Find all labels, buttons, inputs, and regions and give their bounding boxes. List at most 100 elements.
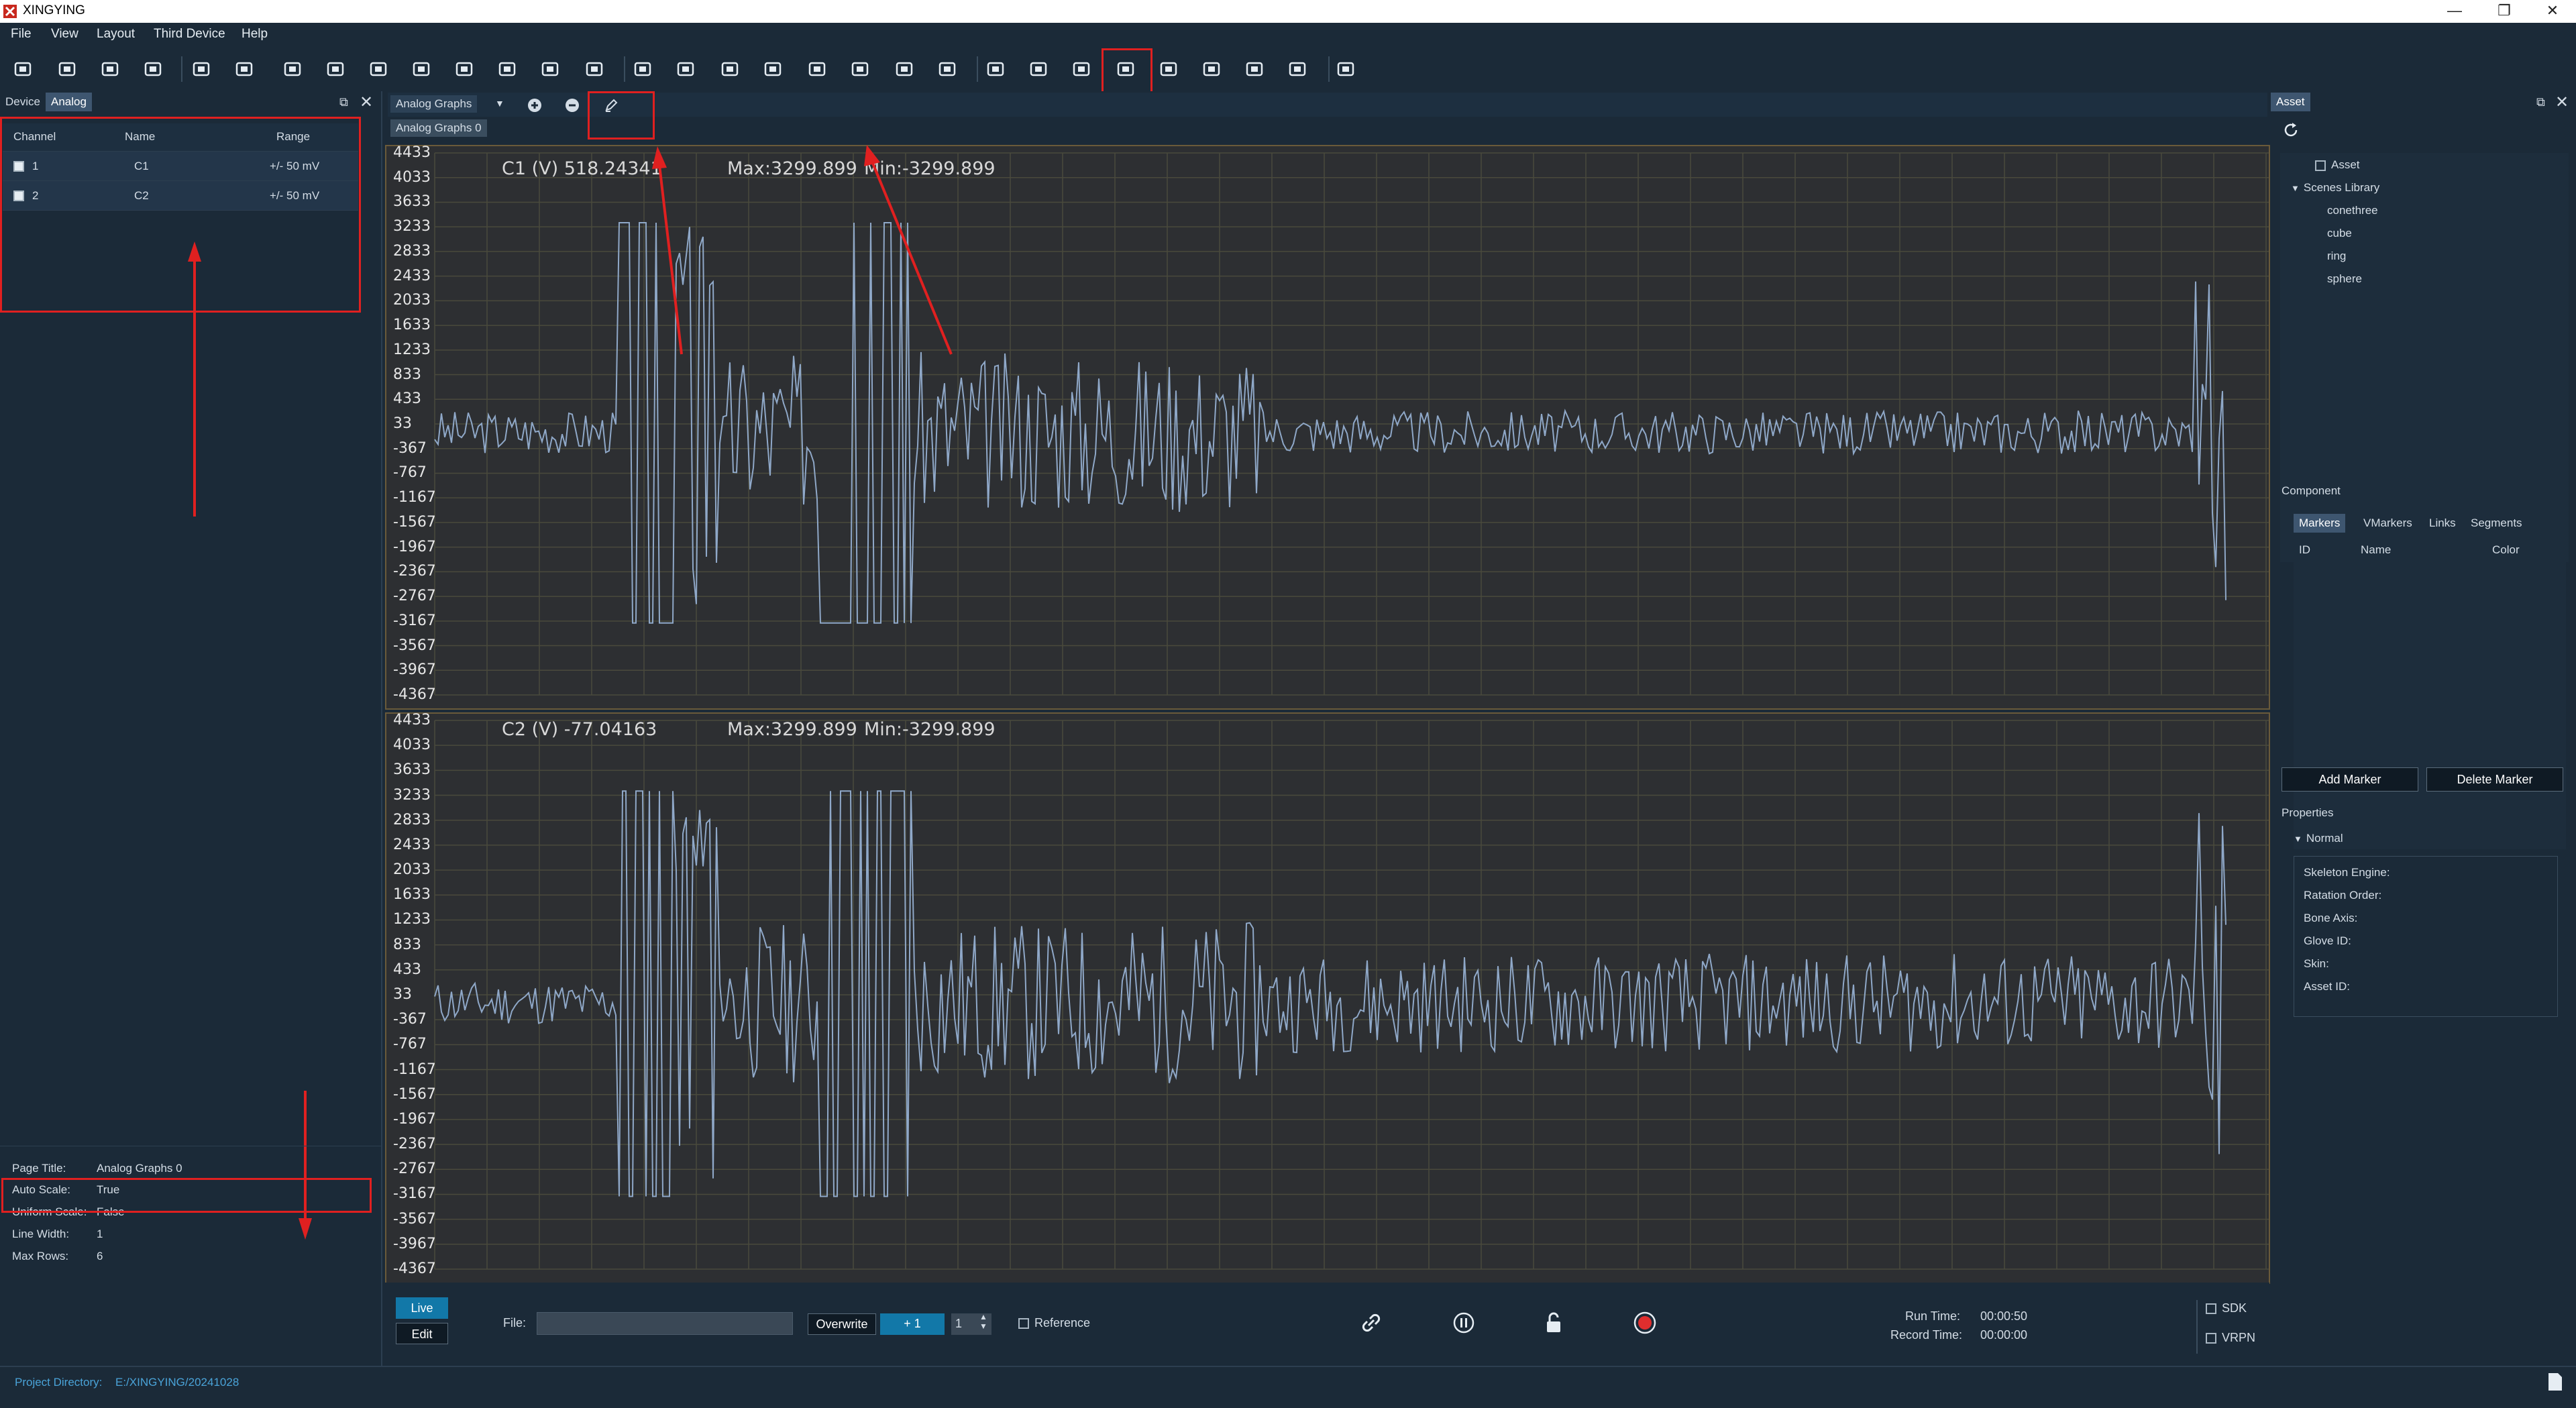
y-tick-label: -767 xyxy=(393,464,427,482)
delete-marker-button[interactable]: Delete Marker xyxy=(2426,767,2563,792)
capture-icon[interactable] xyxy=(984,58,1007,80)
chevron-down-icon: ▼ xyxy=(2294,834,2302,844)
add-marker-button[interactable]: Add Marker xyxy=(2282,767,2418,792)
monitor-6-icon[interactable] xyxy=(849,58,871,80)
tab-asset[interactable]: Asset xyxy=(2271,93,2310,111)
tree-asset[interactable]: Asset xyxy=(2315,158,2360,172)
tree-item[interactable]: sphere xyxy=(2327,272,2362,286)
tree-scenes-library[interactable]: ▼ Scenes Library xyxy=(2291,181,2379,195)
tree-item[interactable]: ring xyxy=(2327,250,2346,263)
document-icon[interactable] xyxy=(2546,1372,2564,1391)
table-row[interactable]: 1 C1 +/- 50 mV xyxy=(3,152,358,181)
spinner-arrows-icon[interactable]: ▲ ▼ xyxy=(979,1312,987,1331)
tab-analog-graphs-0[interactable]: Analog Graphs 0 xyxy=(390,119,487,137)
wm-icon[interactable] xyxy=(1243,58,1266,80)
y-tick-label: 433 xyxy=(393,961,421,978)
float-panel-icon[interactable]: ⧉ xyxy=(339,95,348,109)
graph-type-dropdown[interactable]: Analog Graphs xyxy=(390,95,478,113)
prop-skeleton-engine: Skeleton Engine: xyxy=(2304,866,2390,879)
monitor-7-icon[interactable] xyxy=(893,58,916,80)
restore-icon[interactable]: ❐ xyxy=(2482,0,2526,23)
3d-icon[interactable] xyxy=(1070,58,1093,80)
monitor-8-icon[interactable] xyxy=(936,58,959,80)
settings-icon[interactable] xyxy=(583,58,606,80)
zoom-out-icon[interactable] xyxy=(565,98,580,113)
chevron-down-icon[interactable]: ▼ xyxy=(495,98,504,109)
tree-item[interactable]: cube xyxy=(2327,227,2352,240)
record-icon[interactable] xyxy=(1633,1311,1657,1335)
document-icon[interactable] xyxy=(1286,58,1309,80)
ruler-icon[interactable] xyxy=(56,58,78,80)
title-bar: XINGYING — ❐ ✕ xyxy=(0,0,2576,23)
reference-checkbox[interactable]: Reference xyxy=(1018,1316,1090,1330)
link-icon[interactable] xyxy=(1359,1311,1383,1335)
vrpn-checkbox[interactable]: VRPN xyxy=(2206,1331,2255,1345)
video-icon[interactable] xyxy=(1027,58,1050,80)
file-input[interactable] xyxy=(537,1312,793,1335)
center-panel: Analog Graphs ▼ Analog Graphs 0 C1 (V) 5… xyxy=(384,91,2270,1366)
refresh-icon[interactable] xyxy=(2282,121,2300,140)
menu-file[interactable]: File xyxy=(11,27,32,42)
float-panel-icon[interactable]: ⧉ xyxy=(2536,95,2545,109)
close-icon[interactable]: ✕ xyxy=(2530,0,2575,23)
sdk-checkbox[interactable]: SDK xyxy=(2206,1301,2247,1315)
edit-button[interactable]: Edit xyxy=(396,1323,448,1344)
monitor-4-icon[interactable] xyxy=(761,58,784,80)
camera-view-icon[interactable] xyxy=(539,58,561,80)
layers-icon[interactable] xyxy=(496,58,519,80)
channel-number: 1 xyxy=(32,160,39,172)
disk-icon[interactable] xyxy=(410,58,433,80)
mirror-icon[interactable] xyxy=(233,58,256,80)
file-label: File: xyxy=(503,1316,527,1330)
refresh-icon[interactable] xyxy=(453,58,476,80)
monitor-3-icon[interactable] xyxy=(718,58,741,80)
tab-links[interactable]: Links xyxy=(2424,514,2461,533)
prop-uniform-scale[interactable]: Uniform Scale: False xyxy=(12,1205,125,1219)
channel-checkbox[interactable] xyxy=(13,161,24,172)
save-icon[interactable] xyxy=(142,58,164,80)
prop-max-rows[interactable]: Max Rows: 6 xyxy=(12,1250,103,1263)
graph-icon[interactable] xyxy=(1157,58,1180,80)
prop-rotation-order: Ratation Order: xyxy=(2304,889,2382,902)
channel-checkbox[interactable] xyxy=(13,191,24,201)
menu-help[interactable]: Help xyxy=(241,27,268,42)
layout-icon[interactable] xyxy=(367,58,390,80)
table-row[interactable]: 2 C2 +/- 50 mV xyxy=(3,181,358,211)
open-folder-icon[interactable] xyxy=(11,58,34,80)
monitor-5-icon[interactable] xyxy=(806,58,828,80)
close-panel-icon[interactable]: ✕ xyxy=(360,93,373,112)
menu-view[interactable]: View xyxy=(51,27,78,42)
tab-segments[interactable]: Segments xyxy=(2465,514,2528,533)
eye-off-icon[interactable] xyxy=(190,58,213,80)
overwrite-button[interactable]: Overwrite xyxy=(808,1313,876,1335)
normal-group[interactable]: ▼ Normal xyxy=(2294,832,2343,845)
marker-list: ID Name Color xyxy=(2294,534,2566,849)
tab-vmarkers[interactable]: VMarkers xyxy=(2358,514,2418,533)
monitor-2-icon[interactable] xyxy=(674,58,697,80)
tab-device[interactable]: Device xyxy=(0,93,46,111)
y-tick-label: -3567 xyxy=(393,1210,436,1228)
tab-markers[interactable]: Markers xyxy=(2294,514,2346,533)
video-camera-icon[interactable] xyxy=(281,58,304,80)
prop-line-width[interactable]: Line Width: 1 xyxy=(12,1228,103,1241)
y-tick-label: 833 xyxy=(393,936,421,953)
tree-item[interactable]: conethree xyxy=(2327,204,2378,217)
camera-save-icon[interactable] xyxy=(99,58,121,80)
axis-chart-icon[interactable] xyxy=(1334,58,1357,80)
minimize-icon[interactable]: — xyxy=(2432,0,2477,23)
pause-icon[interactable] xyxy=(1453,1312,1474,1334)
increment-button[interactable]: + 1 xyxy=(880,1313,945,1335)
tab-analog[interactable]: Analog xyxy=(46,93,92,111)
bar-chart-icon[interactable] xyxy=(1200,58,1223,80)
menu-third-device[interactable]: Third Device xyxy=(154,27,225,42)
prop-auto-scale[interactable]: Auto Scale: True xyxy=(12,1183,119,1197)
unlock-icon[interactable] xyxy=(1543,1311,1564,1335)
edit-icon[interactable] xyxy=(604,98,619,113)
close-panel-icon[interactable]: ✕ xyxy=(2555,93,2569,112)
crop-icon[interactable] xyxy=(324,58,347,80)
live-button[interactable]: Live xyxy=(396,1297,448,1319)
zoom-in-icon[interactable] xyxy=(527,98,542,113)
monitor-1-icon[interactable] xyxy=(631,58,654,80)
gauge-icon[interactable] xyxy=(1114,58,1137,80)
menu-layout[interactable]: Layout xyxy=(97,27,135,42)
